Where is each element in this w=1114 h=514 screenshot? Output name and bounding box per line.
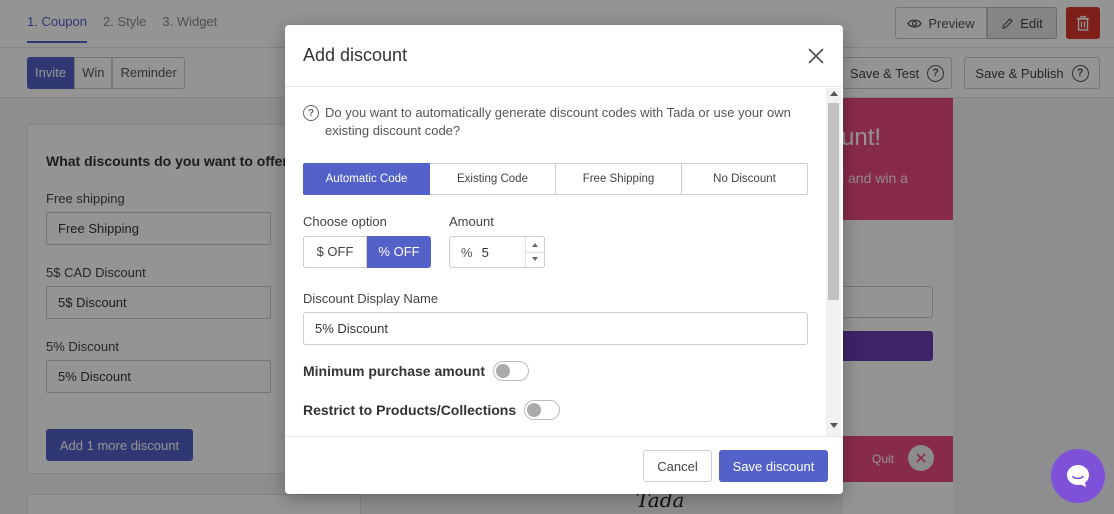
amount-prefix: % <box>461 244 473 260</box>
modal-scrollbar[interactable] <box>826 88 841 436</box>
close-icon[interactable] <box>806 46 826 66</box>
scroll-up-icon[interactable] <box>830 91 838 96</box>
scroll-thumb[interactable] <box>828 103 839 300</box>
display-name-label: Discount Display Name <box>303 291 439 306</box>
code-type-no-discount[interactable]: No Discount <box>682 163 808 195</box>
choose-option-label: Choose option <box>303 214 387 229</box>
code-type-existing[interactable]: Existing Code <box>430 163 556 195</box>
restrict-row: Restrict to Products/Collections <box>303 400 561 420</box>
toggle-knob <box>527 403 542 417</box>
chat-icon <box>1067 465 1089 487</box>
modal-header: Add discount <box>285 25 843 87</box>
help-icon: ? <box>303 105 319 121</box>
question-label: Do you want to automatically generate di… <box>325 105 791 138</box>
modal-title: Add discount <box>303 45 408 65</box>
amount-stepper[interactable] <box>525 237 544 267</box>
display-name-input[interactable]: 5% Discount <box>303 312 808 345</box>
question-text: ? Do you want to automatically generate … <box>303 104 803 140</box>
code-type-selector: Automatic Code Existing Code Free Shippi… <box>303 163 808 195</box>
option-percent-off[interactable]: % OFF <box>367 236 431 268</box>
min-purchase-toggle[interactable] <box>493 361 530 381</box>
modal-body: ? Do you want to automatically generate … <box>285 88 826 436</box>
restrict-label: Restrict to Products/Collections <box>303 402 517 418</box>
chat-button[interactable] <box>1051 449 1105 503</box>
code-type-automatic[interactable]: Automatic Code <box>303 163 430 195</box>
cancel-button[interactable]: Cancel <box>643 450 712 482</box>
save-discount-button[interactable]: Save discount <box>719 450 828 482</box>
restrict-toggle[interactable] <box>524 400 561 420</box>
chevron-up-icon[interactable] <box>532 243 538 247</box>
min-purchase-label: Minimum purchase amount <box>303 363 486 379</box>
amount-label: Amount <box>449 214 494 229</box>
discount-option-selector: $ OFF % OFF <box>303 236 431 268</box>
option-dollar-off[interactable]: $ OFF <box>303 236 367 268</box>
min-purchase-row: Minimum purchase amount <box>303 361 530 381</box>
amount-input[interactable]: % 5 <box>449 236 545 268</box>
code-type-free-shipping[interactable]: Free Shipping <box>556 163 682 195</box>
chevron-down-icon[interactable] <box>532 257 538 261</box>
add-discount-modal: Add discount ? Do you want to automatica… <box>285 25 843 494</box>
amount-value[interactable]: 5 <box>482 245 489 260</box>
stepper-divider <box>526 252 544 253</box>
modal-footer: Cancel Save discount <box>285 436 843 494</box>
toggle-knob <box>496 364 511 378</box>
scroll-down-icon[interactable] <box>830 423 838 428</box>
